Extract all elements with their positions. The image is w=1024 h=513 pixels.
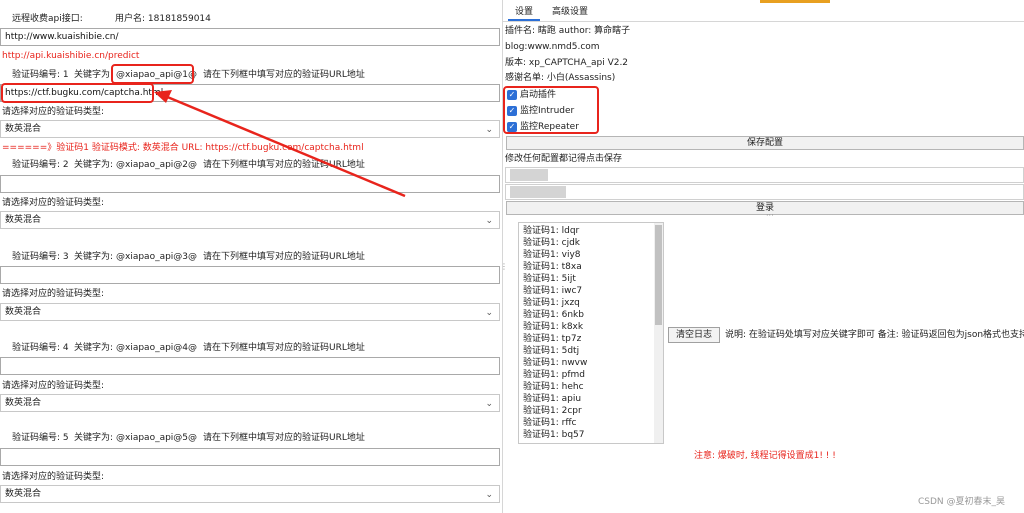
log-list-item[interactable]: 验证码1: bq57 xyxy=(523,429,585,441)
log-list-item[interactable]: 验证码1: rffc xyxy=(523,417,576,429)
log-list-item[interactable]: 验证码1: viy8 xyxy=(523,249,581,261)
watermark-text: CSDN @夏初春末_昊 xyxy=(918,497,1006,507)
enable-plugin-checkbox[interactable]: ✓ xyxy=(507,90,517,100)
save-hint-text: 修改任何配置都记得点击保存 xyxy=(505,154,623,164)
intruder-label: 监控Intruder xyxy=(520,106,575,116)
log-scrollbar-thumb[interactable] xyxy=(655,225,662,325)
repeater-label: 监控Repeater xyxy=(520,122,579,132)
log-list-item[interactable]: 验证码1: tp7z xyxy=(523,333,581,345)
log-list-item[interactable]: 验证码1: hehc xyxy=(523,381,584,393)
log-list-item[interactable]: 验证码1: cjdk xyxy=(523,237,580,249)
log-list-item[interactable]: 验证码1: 5ijt xyxy=(523,273,576,285)
panel-splitter[interactable] xyxy=(502,0,503,513)
blurred-password-value xyxy=(510,186,566,198)
version-text: 版本: xp_CAPTCHA_api V2.2 xyxy=(505,58,629,68)
account-input[interactable] xyxy=(505,167,1024,183)
repeater-checkbox[interactable]: ✓ xyxy=(507,122,517,132)
thanks-text: 感谢名单: 小白(Assassins) xyxy=(505,73,616,83)
blog-text: blog:www.nmd5.com xyxy=(505,42,600,52)
clear-log-button[interactable]: 清空日志 xyxy=(668,327,720,343)
tab-advanced-settings[interactable]: 高级设置 xyxy=(552,6,588,18)
active-tab-indicator xyxy=(760,0,830,3)
enable-plugin-label: 启动插件 xyxy=(520,90,557,100)
login-button[interactable]: 登录 xyxy=(506,201,1024,215)
blurred-account-value xyxy=(510,169,548,181)
intruder-checkbox[interactable]: ✓ xyxy=(507,106,517,116)
log-list-item[interactable]: 验证码1: iwc7 xyxy=(523,285,582,297)
log-list-item[interactable]: 验证码1: pfmd xyxy=(523,369,585,381)
log-list-item[interactable]: 验证码1: t8xa xyxy=(523,261,582,273)
log-list-item[interactable]: 验证码1: ldqr xyxy=(523,225,579,237)
log-list-item[interactable]: 验证码1: jxzq xyxy=(523,297,580,309)
log-list-item[interactable]: 验证码1: 5dtj xyxy=(523,345,579,357)
password-input[interactable] xyxy=(505,184,1024,200)
log-list-item[interactable]: 验证码1: k8xk xyxy=(523,321,583,333)
log-list-item[interactable]: 验证码1: 6nkb xyxy=(523,309,584,321)
splitter-grip-icon[interactable]: ⋮ xyxy=(500,262,508,271)
tab-bar-divider xyxy=(503,21,1024,22)
log-list-item[interactable]: 验证码1: 2cpr xyxy=(523,405,582,417)
description-text: 说明: 在验证码处填写对应关键字即可 备注: 验证码返回包为json格式也支持 xyxy=(725,330,1024,340)
warning-text: 注意: 爆破时, 线程记得设置成1! ! ! xyxy=(694,451,836,461)
log-list-item[interactable]: 验证码1: nwvw xyxy=(523,357,587,369)
log-list-item[interactable]: 验证码1: apiu xyxy=(523,393,581,405)
tab-settings[interactable]: 设置 xyxy=(515,6,533,18)
more-grip-icon[interactable]: ··· xyxy=(766,211,774,220)
plugin-info-text: 插件名: 瞎跑 author: 算命瞎子 xyxy=(505,26,631,36)
save-config-button[interactable]: 保存配置 xyxy=(506,136,1024,150)
